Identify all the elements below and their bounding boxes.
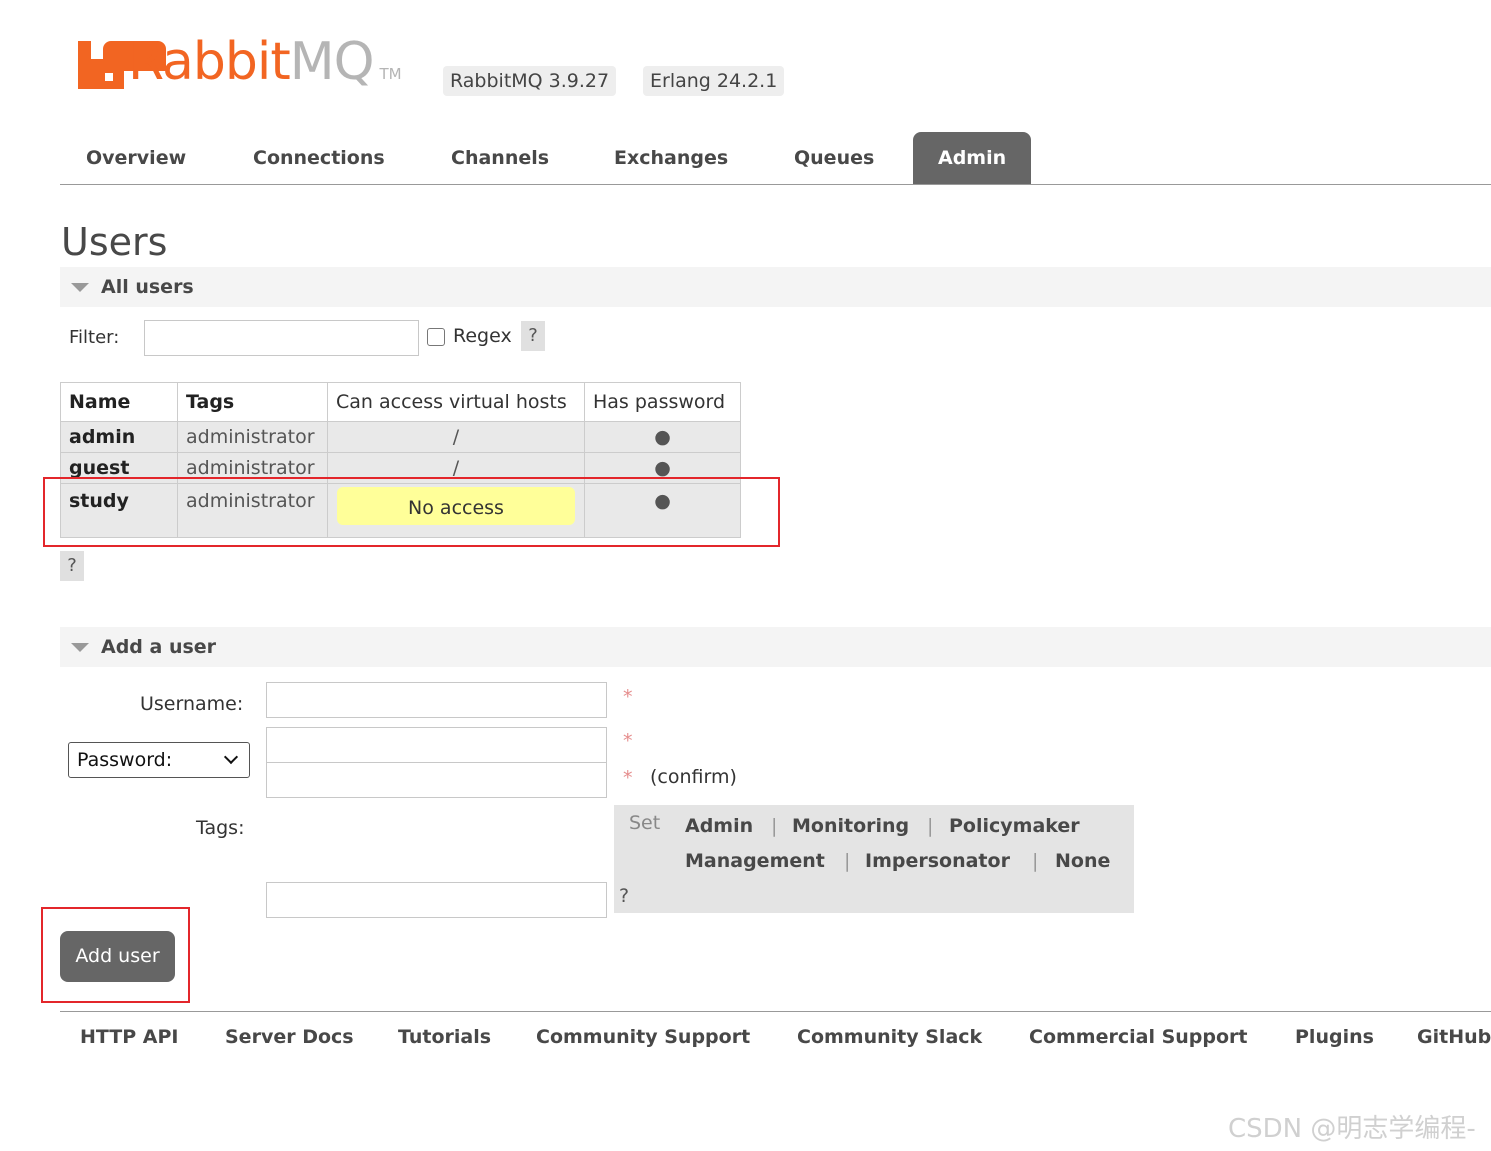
collapse-triangle-icon [71, 643, 89, 652]
tags-input[interactable] [266, 882, 607, 918]
rabbitmq-logo-icon [78, 41, 166, 89]
add-user-title: Add a user [101, 636, 217, 658]
footer-link-github[interactable]: GitHub [1417, 1026, 1491, 1048]
footer-links: HTTP API Server Docs Tutorials Community… [60, 1011, 1491, 1072]
column-header-vhosts: Can access virtual hosts [327, 382, 585, 422]
filter-input[interactable] [144, 320, 419, 356]
tab-admin[interactable]: Admin [913, 132, 1032, 184]
set-label: Set [629, 812, 661, 834]
user-name-link[interactable]: admin [60, 421, 178, 453]
regex-label: Regex [453, 325, 512, 347]
page-title: Users [61, 220, 168, 264]
footer-link-community-slack[interactable]: Community Slack [797, 1026, 982, 1048]
username-label: Username: [140, 693, 244, 715]
tags-help-button[interactable]: ? [619, 885, 629, 907]
tag-separator: | [1032, 850, 1039, 872]
erlang-version-badge: Erlang 24.2.1 [643, 66, 785, 96]
tag-policymaker-link[interactable]: Policymaker [949, 815, 1080, 837]
regex-help-button[interactable]: ? [521, 321, 545, 351]
footer-link-plugins[interactable]: Plugins [1295, 1026, 1374, 1048]
tag-separator: | [771, 815, 778, 837]
all-users-section-header[interactable]: All users [60, 267, 1491, 307]
username-required-mark: * [623, 686, 633, 708]
tag-management-link[interactable]: Management [685, 850, 825, 872]
user-tags: administrator [177, 421, 328, 453]
column-header-has-password: Has password [584, 382, 741, 422]
password-type-select[interactable]: Password: [68, 742, 250, 778]
tab-exchanges[interactable]: Exchanges [589, 132, 753, 184]
has-password-dot: ● [584, 421, 741, 453]
tag-separator: | [844, 850, 851, 872]
table-row: admin administrator / ● [60, 421, 741, 453]
tab-connections[interactable]: Connections [228, 132, 410, 184]
tag-admin-link[interactable]: Admin [685, 815, 753, 837]
tag-none-link[interactable]: None [1055, 850, 1110, 872]
password-required-mark: * [623, 730, 633, 752]
tag-shortcuts-panel: Set Admin | Monitoring | Policymaker Man… [614, 805, 1134, 913]
all-users-title: All users [101, 276, 194, 298]
tab-queues[interactable]: Queues [769, 132, 899, 184]
tab-overview[interactable]: Overview [61, 132, 211, 184]
username-input[interactable] [266, 682, 607, 718]
annotation-highlight-study-row [43, 477, 780, 547]
table-help-button[interactable]: ? [60, 551, 84, 581]
column-header-name: Name [60, 382, 178, 422]
annotation-highlight-add-button [41, 907, 190, 1003]
main-nav: Overview Connections Channels Exchanges … [60, 132, 1491, 185]
regex-checkbox[interactable] [427, 328, 445, 346]
collapse-triangle-icon [71, 283, 89, 292]
tab-channels[interactable]: Channels [426, 132, 574, 184]
footer-link-http-api[interactable]: HTTP API [80, 1026, 179, 1048]
footer-link-server-docs[interactable]: Server Docs [225, 1026, 354, 1048]
footer-link-community-support[interactable]: Community Support [536, 1026, 750, 1048]
password-input[interactable] [266, 727, 607, 763]
table-header-row: Name Tags Can access virtual hosts Has p… [60, 382, 741, 422]
footer-link-tutorials[interactable]: Tutorials [398, 1026, 491, 1048]
logo-wordmark: RabbitMQ TM [128, 32, 402, 92]
footer-link-commercial-support[interactable]: Commercial Support [1029, 1026, 1248, 1048]
tag-monitoring-link[interactable]: Monitoring [792, 815, 909, 837]
password-confirm-input[interactable] [266, 762, 607, 798]
tag-impersonator-link[interactable]: Impersonator [865, 850, 1010, 872]
tag-separator: | [927, 815, 934, 837]
confirm-required-mark: * [623, 767, 633, 789]
rabbitmq-version-badge: RabbitMQ 3.9.27 [443, 66, 617, 96]
confirm-label: (confirm) [650, 766, 737, 788]
user-vhosts: / [327, 421, 585, 453]
column-header-tags: Tags [177, 382, 328, 422]
add-user-section-header[interactable]: Add a user [60, 627, 1491, 667]
filter-label: Filter: [69, 327, 120, 348]
csdn-watermark: CSDN @明志学编程- [1228, 1114, 1476, 1144]
tags-label: Tags: [196, 817, 245, 839]
